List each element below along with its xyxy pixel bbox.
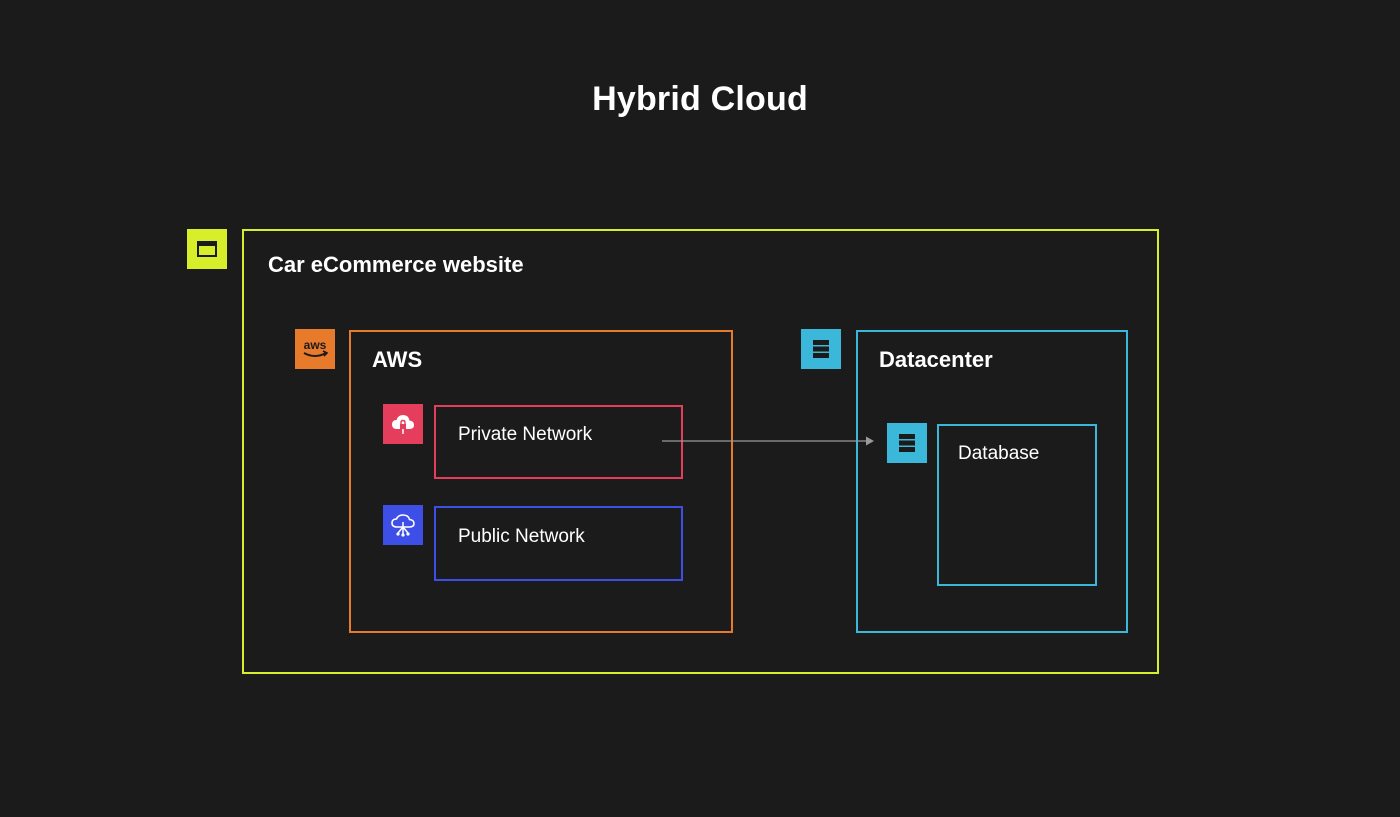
- private-network-label: Private Network: [458, 424, 593, 445]
- cloud-network-icon: [383, 505, 423, 545]
- website-group-label: Car eCommerce website: [268, 252, 524, 277]
- diagram-title: Hybrid Cloud: [592, 80, 808, 118]
- database-server-icon: [887, 423, 927, 463]
- public-network-label: Public Network: [458, 526, 585, 547]
- browser-window-icon: [187, 229, 227, 269]
- aws-group-label: AWS: [372, 347, 423, 372]
- aws-group[interactable]: [349, 330, 733, 633]
- svg-text:aws: aws: [304, 338, 327, 352]
- aws-logo-icon: aws: [295, 329, 335, 369]
- cloud-lock-icon: [383, 404, 423, 444]
- database-label: Database: [958, 443, 1040, 464]
- datacenter-group-label: Datacenter: [879, 347, 993, 372]
- server-rack-icon: [801, 329, 841, 369]
